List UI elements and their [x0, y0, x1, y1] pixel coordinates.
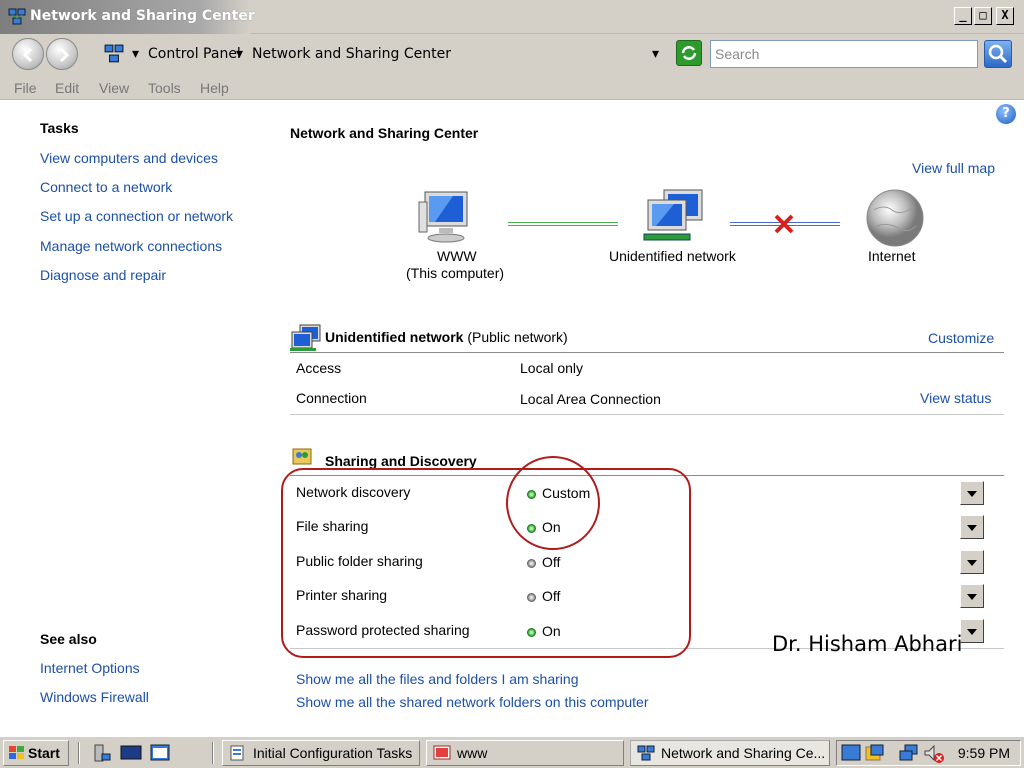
sharing-icon: [292, 448, 312, 465]
show-shared-folders-link[interactable]: Show me all the shared network folders o…: [296, 694, 649, 710]
menu-file[interactable]: File: [14, 80, 37, 96]
sharing-section-title: Sharing and Discovery: [325, 453, 477, 469]
maximize-button[interactable]: □: [974, 7, 992, 25]
server-manager-icon[interactable]: [92, 744, 112, 762]
title-bar: Network and Sharing Center _ □ X: [0, 0, 1024, 34]
network-center-icon: [637, 745, 655, 761]
menu-bar: File Edit View Tools Help: [0, 74, 1024, 100]
computer-icon: [418, 191, 468, 243]
chevron-down-icon[interactable]: ▾: [132, 46, 139, 62]
remote-desktop-icon: [433, 745, 451, 760]
see-also-heading: See also: [40, 631, 97, 647]
row-label-access: Access: [296, 360, 342, 376]
watermark-text: Dr. Hisham Abhari: [772, 632, 963, 656]
annotation-circle: [506, 456, 600, 550]
expand-password-protected-button[interactable]: [960, 619, 984, 643]
system-tray: 9:59 PM: [836, 740, 1021, 766]
computer-name: WWW: [437, 248, 477, 264]
expand-network-discovery-button[interactable]: [960, 481, 984, 505]
view-status-link[interactable]: View status: [920, 390, 991, 406]
internet-label: Internet: [868, 248, 916, 264]
chevron-down-icon[interactable]: ▾: [236, 46, 243, 62]
explorer-icon[interactable]: [150, 744, 170, 762]
address-bar: ▾ Control Panel ▾ Network and Sharing Ce…: [0, 34, 1024, 74]
separator: [78, 742, 80, 764]
clock[interactable]: 9:59 PM: [958, 745, 1010, 761]
task-manage-connections[interactable]: Manage network connections: [40, 238, 222, 254]
row-label-connection: Connection: [296, 390, 367, 406]
view-full-map-link[interactable]: View full map: [912, 160, 995, 176]
link-windows-firewall[interactable]: Windows Firewall: [40, 689, 149, 705]
network-center-icon: [8, 8, 26, 25]
divider: [290, 414, 1004, 415]
start-label: Start: [28, 745, 60, 761]
link-line-computer-network: [508, 222, 618, 226]
annotation-rectangle: [281, 468, 691, 658]
taskbar-item-www[interactable]: www: [426, 740, 624, 766]
task-setup-connection[interactable]: Set up a connection or network: [40, 208, 233, 224]
disconnected-x-icon[interactable]: [773, 214, 795, 234]
forward-button[interactable]: [46, 38, 78, 70]
breadcrumb-control-panel[interactable]: Control Panel: [148, 46, 241, 62]
refresh-icon: [681, 46, 697, 60]
menu-view[interactable]: View: [99, 80, 129, 96]
search-input[interactable]: Search: [710, 40, 978, 68]
address-breadcrumb[interactable]: ▾ Control Panel ▾ Network and Sharing Ce…: [100, 40, 670, 68]
task-connect-network[interactable]: Connect to a network: [40, 179, 172, 195]
close-button[interactable]: X: [996, 7, 1014, 25]
address-dropdown-icon[interactable]: ▾: [652, 46, 659, 62]
menu-edit[interactable]: Edit: [55, 80, 79, 96]
taskbar-item-network-sharing[interactable]: Network and Sharing Ce...: [630, 740, 830, 766]
network-type: (Public network): [467, 329, 568, 345]
breadcrumb-network-sharing[interactable]: Network and Sharing Center: [252, 46, 451, 62]
tray-settings-icon[interactable]: [865, 744, 885, 762]
network-name: Unidentified network: [325, 329, 464, 345]
taskbar: Start Initial Configuration Tasks www Ne…: [0, 736, 1024, 768]
search-icon: [988, 44, 1008, 64]
expand-file-sharing-button[interactable]: [960, 515, 984, 539]
forward-arrow-icon: [59, 47, 70, 63]
minimize-button[interactable]: _: [954, 7, 972, 25]
separator: [212, 742, 214, 764]
network-tray-icon[interactable]: [899, 744, 919, 762]
expand-public-folder-button[interactable]: [960, 550, 984, 574]
refresh-button[interactable]: [676, 40, 702, 66]
taskbar-item-initial-config[interactable]: Initial Configuration Tasks: [222, 740, 420, 766]
start-button[interactable]: Start: [3, 740, 69, 766]
content-area: ? Tasks View computers and devices Conne…: [0, 100, 1024, 736]
volume-muted-icon[interactable]: [923, 744, 945, 764]
network-section-title: Unidentified network (Public network): [325, 329, 568, 345]
help-icon[interactable]: ?: [996, 104, 1016, 124]
windows-logo-icon: [9, 746, 24, 759]
computer-subtitle: (This computer): [406, 265, 505, 281]
expand-printer-sharing-button[interactable]: [960, 584, 984, 608]
back-arrow-icon: [22, 47, 33, 63]
task-diagnose-repair[interactable]: Diagnose and repair: [40, 267, 166, 283]
menu-help[interactable]: Help: [200, 80, 229, 96]
config-tasks-icon: [230, 745, 244, 761]
public-network-icon: [290, 324, 321, 351]
page-title: Network and Sharing Center: [290, 125, 479, 141]
row-value-connection: Local Area Connection: [520, 391, 661, 407]
network-label: Unidentified network: [609, 248, 736, 264]
window-title: Network and Sharing Center: [30, 8, 255, 24]
row-value-access: Local only: [520, 360, 584, 376]
network-icon: [643, 189, 703, 241]
powershell-icon[interactable]: [120, 744, 142, 762]
search-button[interactable]: [984, 40, 1012, 68]
customize-link[interactable]: Customize: [928, 330, 994, 346]
menu-tools[interactable]: Tools: [148, 80, 181, 96]
back-button[interactable]: [12, 38, 44, 70]
divider: [290, 352, 1004, 353]
link-internet-options[interactable]: Internet Options: [40, 660, 140, 676]
tasks-heading: Tasks: [40, 120, 79, 136]
tray-window-icon[interactable]: [841, 744, 861, 762]
show-shared-files-link[interactable]: Show me all the files and folders I am s…: [296, 671, 578, 687]
control-panel-icon: [104, 44, 124, 63]
task-view-computers[interactable]: View computers and devices: [40, 150, 218, 166]
internet-globe-icon: [866, 189, 924, 247]
